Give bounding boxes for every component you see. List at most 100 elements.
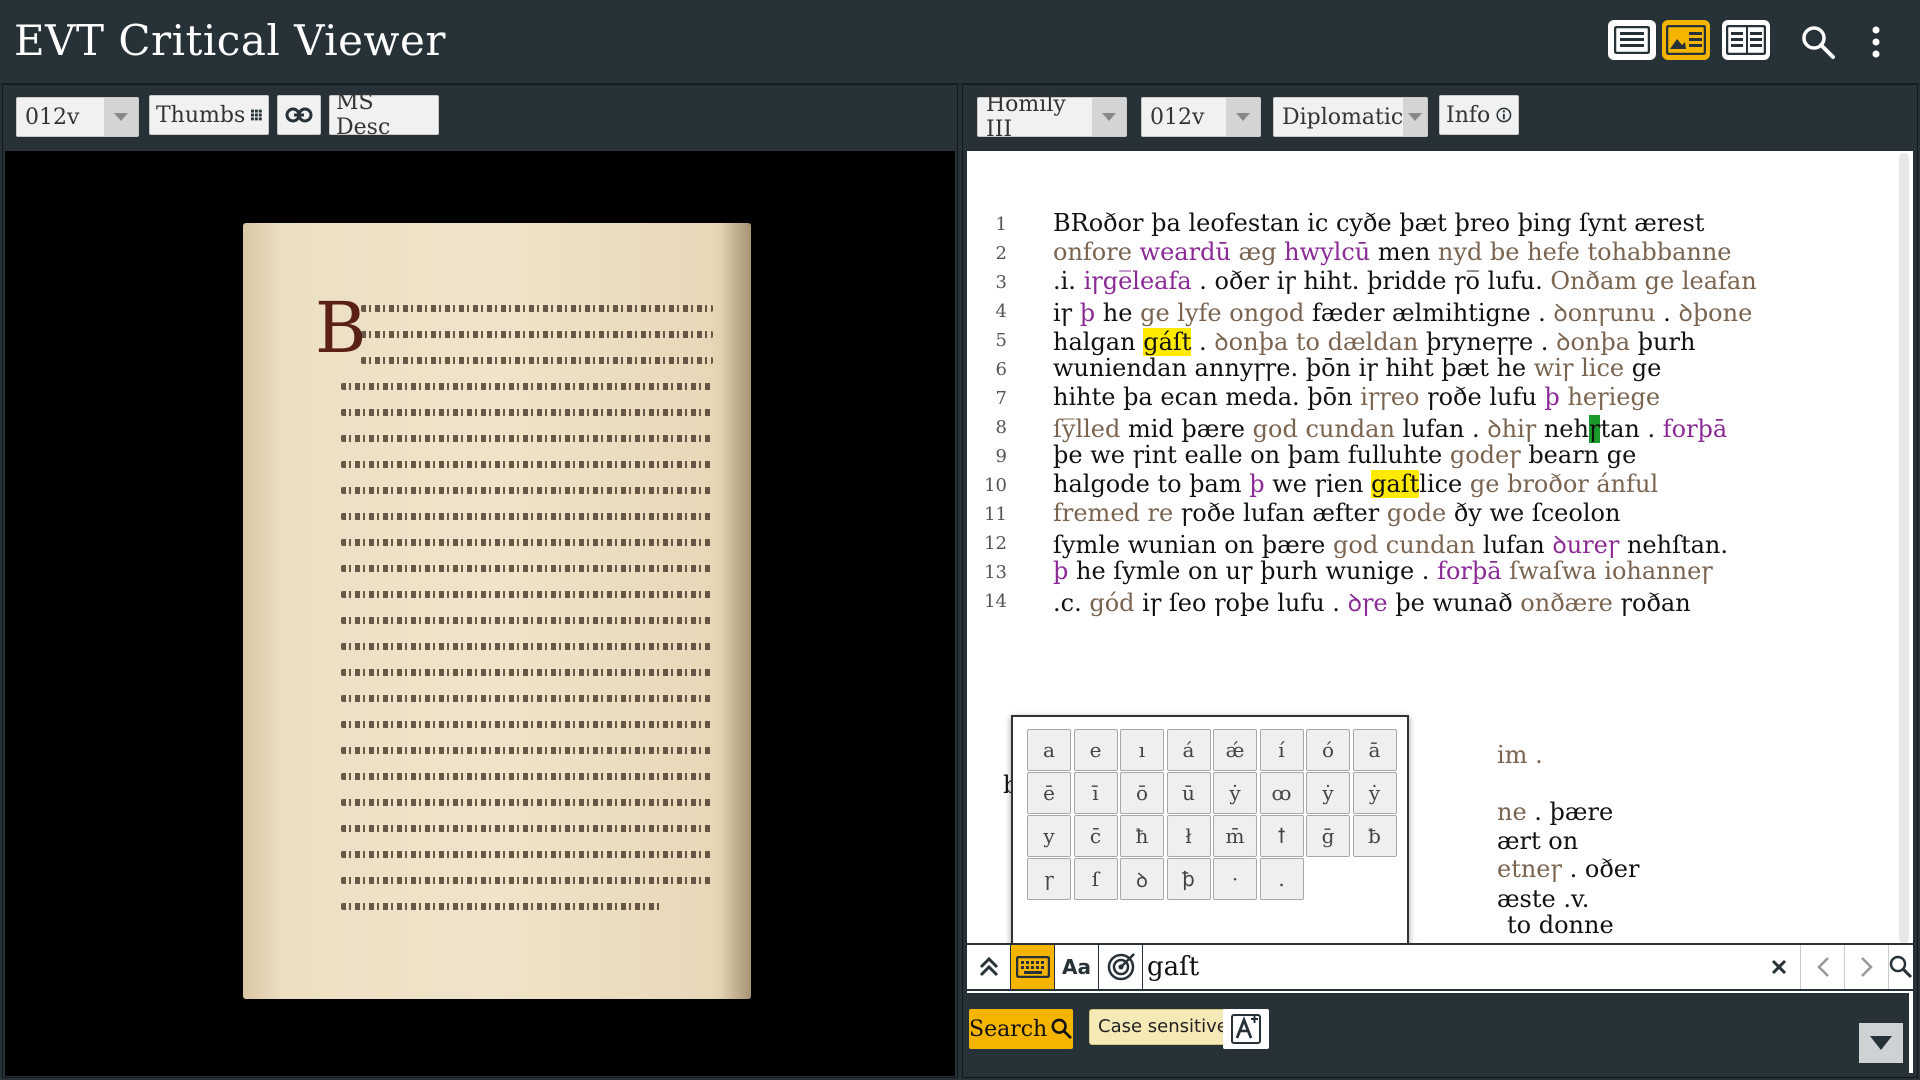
keyboard-key[interactable]: ꝏ (1259, 772, 1304, 814)
text-segment[interactable]: nyd be hefe tohabbanne (1438, 238, 1732, 266)
keyboard-key[interactable]: ū (1166, 772, 1211, 814)
link-button[interactable] (277, 95, 321, 135)
run-search-button[interactable] (1889, 945, 1913, 989)
edition-select[interactable]: Diplomatic (1273, 97, 1428, 137)
keyboard-key[interactable]: ꝺ (1120, 858, 1164, 900)
keyboard-key[interactable]: ǽ (1213, 729, 1257, 771)
text-segment[interactable]: ſy̅lled (1053, 415, 1120, 443)
text-segment[interactable]: æg (1231, 238, 1284, 266)
scroll-down-button[interactable] (1859, 1023, 1903, 1063)
font-size-button[interactable] (1223, 1009, 1269, 1049)
keyboard-key[interactable]: m̄ (1213, 815, 1257, 857)
text-view-button[interactable] (1608, 20, 1656, 60)
text-segment[interactable]: gode (1387, 499, 1446, 527)
text-segment[interactable]: gód (1089, 589, 1134, 617)
keyboard-key[interactable]: ħ (1120, 815, 1164, 857)
case-sensitive-toggle[interactable]: Aa (1055, 945, 1099, 989)
text-segment[interactable]: hwylcū (1284, 238, 1370, 266)
search-panel-button[interactable]: Search (969, 1009, 1073, 1049)
manuscript-line (361, 305, 713, 312)
more-options-button[interactable] (1856, 22, 1896, 62)
text-fragment: etneꞅ . oðer (1497, 855, 1640, 883)
keyboard-key[interactable]: a (1027, 729, 1071, 771)
keyboard-key[interactable]: ḡ (1306, 815, 1350, 857)
text-segment[interactable]: god cundan (1333, 531, 1475, 559)
text-segment[interactable]: ſwaſwa iohanneꞅ (1509, 557, 1713, 585)
keyboard-key[interactable]: ı (1120, 729, 1164, 771)
keyboard-key[interactable]: ẏ (1352, 772, 1397, 814)
text-segment[interactable]: ꝺhiꞅ (1487, 415, 1536, 443)
keyboard-key[interactable]: y (1027, 815, 1071, 857)
clear-search-button[interactable] (1757, 945, 1801, 989)
text-segment[interactable]: fremed re (1053, 499, 1173, 527)
image-text-view-button[interactable] (1662, 20, 1710, 60)
text-segment[interactable]: god cundan (1253, 415, 1395, 443)
keyboard-key[interactable]: ẏ (1306, 772, 1350, 814)
text-segment[interactable]: iꞅge̅leafa (1084, 267, 1192, 295)
text-segment[interactable]: iꞅꞅeo (1360, 383, 1419, 411)
keyboard-key[interactable]: ó (1306, 729, 1350, 771)
next-result-button[interactable] (1845, 945, 1889, 989)
text-segment[interactable]: forþā (1663, 415, 1727, 443)
text-segment[interactable]: ꝺꞅe (1348, 589, 1388, 617)
keyboard-key[interactable]: c̄ (1073, 815, 1118, 857)
text-segment[interactable]: ge broðor ánful (1470, 470, 1658, 498)
text-segment[interactable]: þ (1544, 383, 1559, 411)
keyboard-key[interactable]: í (1259, 729, 1304, 771)
keyboard-key[interactable]: á (1166, 729, 1211, 771)
text-segment[interactable]: ꝺþone (1678, 299, 1752, 327)
text-segment: fæder ælmihtigne . (1304, 299, 1554, 327)
search-button[interactable] (1798, 22, 1838, 62)
search-input[interactable]: gaſt (1147, 949, 1747, 985)
keyboard-key[interactable]: ō (1120, 772, 1164, 814)
text-segment[interactable]: ꝺureꞅ (1552, 531, 1619, 559)
keyboard-key[interactable]: · (1213, 858, 1257, 900)
exact-match-toggle[interactable] (1099, 945, 1143, 989)
text-segment[interactable]: Onðam ge leafan (1550, 267, 1756, 295)
keyboard-key[interactable]: ā (1352, 729, 1397, 771)
keyboard-key[interactable]: e (1073, 729, 1118, 771)
text-segment[interactable]: þ (1249, 470, 1264, 498)
text-segment[interactable]: ꝺonþa to dældan (1214, 328, 1418, 356)
text-segment[interactable]: onðære (1520, 589, 1613, 617)
keyboard-key[interactable]: ī (1073, 772, 1118, 814)
keyboard-key[interactable]: ſ (1073, 858, 1118, 900)
keyboard-key[interactable]: ꝥ (1166, 858, 1211, 900)
text-segment[interactable]: heꞅiege (1567, 383, 1660, 411)
text-segment: lufan (1475, 531, 1553, 559)
text-segment: . oðer iꞅ hiht. þridde ꞅo̅ lufu. (1191, 267, 1551, 295)
keyboard-key[interactable]: ẏ (1213, 772, 1257, 814)
text-segment[interactable]: þ (1080, 299, 1095, 327)
text-segment[interactable]: godeꞅ (1450, 441, 1521, 469)
text-segment[interactable]: ge lyfe ongod (1140, 299, 1304, 327)
text-segment[interactable]: forþā (1437, 557, 1501, 585)
text-view-icon (1614, 26, 1650, 54)
special-characters-keyboard: a e ı á ǽ í ó ā ē ī ō ū ẏ ꝏ ẏ ẏ y c̄ ħ ł m̄ ꝉ ḡ ƀ ꞅ ſ ꝺ ꝥ ·. (1011, 715, 1409, 955)
text-segment[interactable]: wiꞅ lice (1534, 354, 1624, 382)
keyboard-key[interactable]: ē (1027, 772, 1071, 814)
text-segment[interactable]: weardū (1140, 238, 1231, 266)
ms-desc-button[interactable]: MS Desc (329, 90, 439, 140)
thumbs-button[interactable]: Thumbs (149, 95, 269, 135)
text-segment[interactable]: ꝺonþa (1556, 328, 1630, 356)
previous-result-button[interactable] (1801, 945, 1845, 989)
keyboard-toggle-button[interactable] (1011, 945, 1055, 989)
keyboard-key[interactable]: ꝉ (1259, 815, 1304, 857)
keyboard-key[interactable]: ƀ (1352, 815, 1397, 857)
text-segment[interactable]: þ (1053, 557, 1068, 585)
text-text-view-button[interactable] (1722, 20, 1770, 60)
text-scrollbar[interactable] (1899, 153, 1909, 943)
triangle-down-icon (1870, 1036, 1892, 1050)
keyboard-key[interactable]: ꞅ (1027, 858, 1071, 900)
document-select[interactable]: Homily III (977, 92, 1127, 142)
text-page-select[interactable]: 012v (1141, 97, 1261, 137)
text-segment[interactable]: ꝺonꞅunu (1553, 299, 1655, 327)
image-page-select[interactable]: 012v (16, 97, 139, 137)
keyboard-key[interactable]: ł (1166, 815, 1211, 857)
info-button[interactable]: Info (1439, 95, 1519, 135)
collapse-search-button[interactable] (967, 945, 1011, 989)
text-segment[interactable]: onfore (1053, 238, 1140, 266)
manuscript-image-viewer[interactable]: B (5, 151, 955, 1076)
keyboard-key[interactable]: . (1259, 858, 1304, 900)
diplomatic-text-view[interactable]: 1 BRoðor þa leofestan ic cyðe þæt þreo þi… (967, 151, 1913, 1073)
